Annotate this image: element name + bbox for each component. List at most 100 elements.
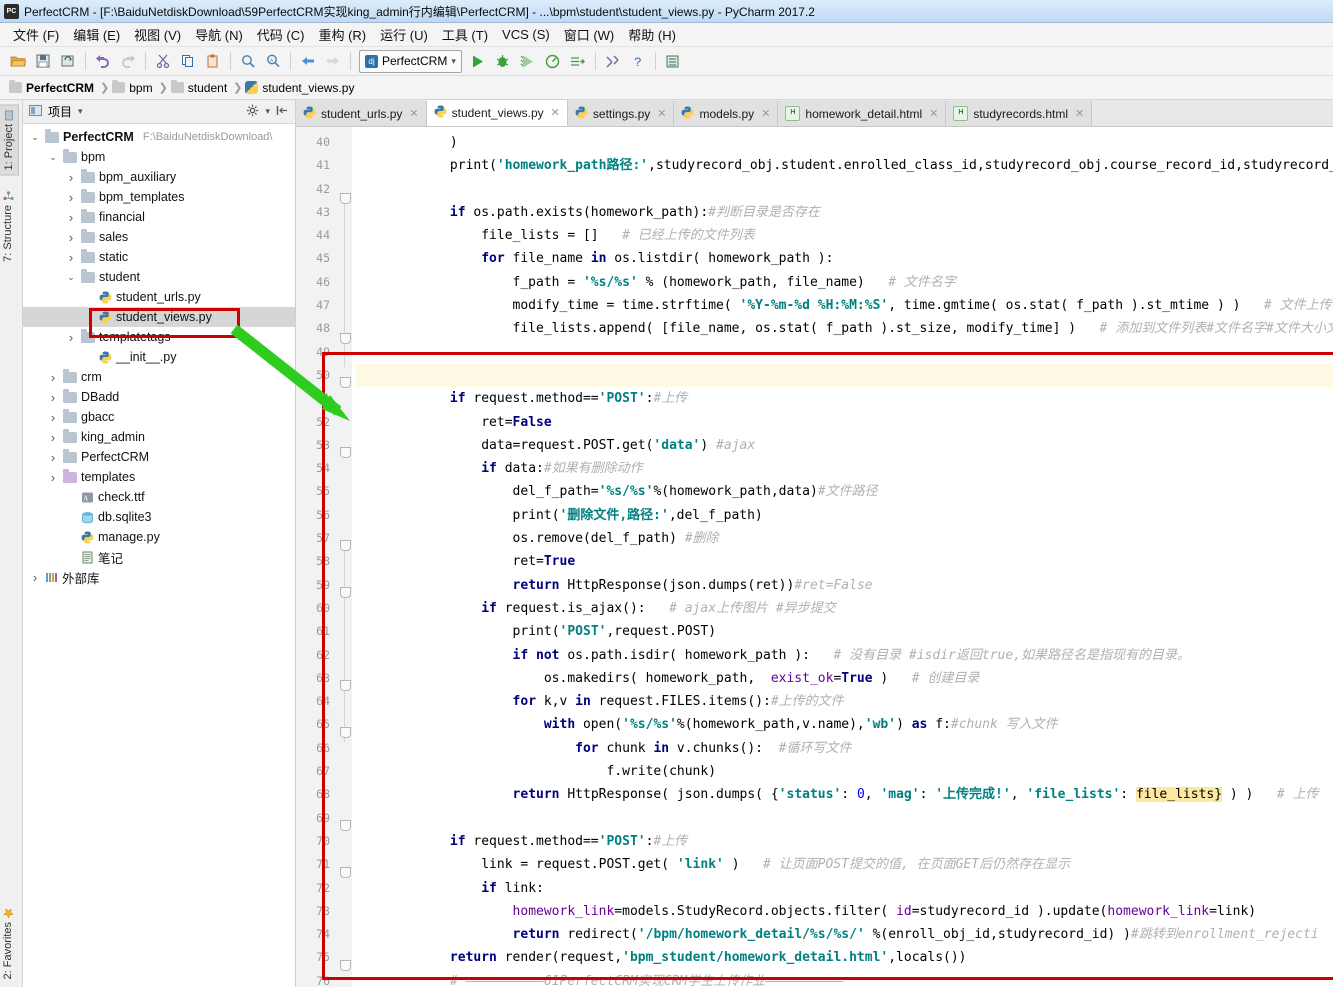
tree-node-bpm[interactable]: ⌄ bpm — [23, 147, 295, 167]
menu-run[interactable]: 运行 (U) — [373, 23, 435, 46]
code-line-61[interactable]: print('POST',request.POST) — [356, 620, 1333, 643]
profile-icon[interactable] — [541, 50, 565, 72]
source-code-text[interactable]: ) print('homework_path路径:',studyrecord_o… — [352, 127, 1333, 987]
menu-code[interactable]: 代码 (C) — [250, 23, 312, 46]
navigate-forward-icon[interactable] — [321, 50, 345, 72]
code-line-55[interactable]: del_f_path='%s/%s'%(homework_path,data)#… — [356, 480, 1333, 503]
code-line-58[interactable]: ret=True — [356, 550, 1333, 573]
code-line-45[interactable]: for file_name in os.listdir( homework_pa… — [356, 247, 1333, 270]
menu-window[interactable]: 窗口 (W) — [557, 23, 622, 46]
code-line-53[interactable]: data=request.POST.get('data') #ajax — [356, 434, 1333, 457]
tool-tab-favorites[interactable]: 2: Favorites — [0, 903, 17, 983]
tool-tab-structure[interactable]: 7: Structure — [0, 186, 17, 266]
code-line-64[interactable]: for k,v in request.FILES.items():#上传的文件 — [356, 690, 1333, 713]
save-all-icon[interactable] — [31, 50, 55, 72]
code-line-52[interactable]: ret=False — [356, 411, 1333, 434]
code-line-59[interactable]: return HttpResponse(json.dumps(ret))#ret… — [356, 574, 1333, 597]
close-icon[interactable]: ✕ — [1075, 107, 1084, 120]
tree-node-manage.py[interactable]: manage.py — [23, 527, 295, 547]
tree-node-bpm_templates[interactable]: › bpm_templates — [23, 187, 295, 207]
hide-panel-icon[interactable] — [276, 104, 289, 120]
chevron-right-icon[interactable]: › — [47, 450, 59, 465]
breadcrumb-item-1[interactable]: bpm — [109, 80, 158, 96]
close-icon[interactable]: ✕ — [657, 107, 666, 120]
editor-tab-student_views.py[interactable]: student_views.py ✕ — [426, 100, 568, 126]
chevron-right-icon[interactable]: › — [65, 210, 77, 225]
close-icon[interactable]: ✕ — [761, 107, 770, 120]
menu-help[interactable]: 帮助 (H) — [621, 23, 683, 46]
code-line-51[interactable]: if request.method=='POST':#上传 — [356, 387, 1333, 410]
code-line-56[interactable]: print('删除文件,路径:',del_f_path) — [356, 504, 1333, 527]
menu-view[interactable]: 视图 (V) — [127, 23, 188, 46]
project-file-tree[interactable]: ⌄ PerfectCRM F:\BaiduNetdiskDownload\ ⌄ bpm ›… — [23, 124, 295, 987]
editor-tab-homework_detail.html[interactable]: Hhomework_detail.html ✕ — [778, 101, 947, 126]
tree-node----[interactable]: › 外部库 — [23, 567, 295, 587]
code-line-48[interactable]: file_lists.append( [file_name, os.stat( … — [356, 317, 1333, 340]
code-line-62[interactable]: if not os.path.isdir( homework_path ): #… — [356, 644, 1333, 667]
run-with-coverage-icon[interactable] — [516, 50, 540, 72]
cut-icon[interactable] — [151, 50, 175, 72]
code-line-70[interactable]: if request.method=='POST':#上传 — [356, 830, 1333, 853]
code-line-40[interactable]: ) — [356, 131, 1333, 154]
chevron-right-icon[interactable]: › — [47, 410, 59, 425]
tree-node-king_admin[interactable]: › king_admin — [23, 427, 295, 447]
editor-tab-studyrecords.html[interactable]: Hstudyrecords.html ✕ — [946, 101, 1093, 126]
code-line-42[interactable] — [356, 178, 1333, 201]
chevron-right-icon[interactable]: › — [65, 190, 77, 205]
code-line-44[interactable]: file_lists = [] # 已经上传的文件列表 — [356, 224, 1333, 247]
code-line-57[interactable]: os.remove(del_f_path) #删除 — [356, 527, 1333, 550]
tree-node-student_views.py[interactable]: student_views.py — [23, 307, 295, 327]
tree-node-crm[interactable]: › crm — [23, 367, 295, 387]
chevron-right-icon[interactable]: › — [47, 470, 59, 485]
code-line-54[interactable]: if data:#如果有删除动作 — [356, 457, 1333, 480]
code-line-72[interactable]: if link: — [356, 877, 1333, 900]
search-replace-icon[interactable]: A — [261, 50, 285, 72]
run-configuration-selector[interactable]: dj PerfectCRM ▾ — [359, 49, 462, 73]
copy-icon[interactable] — [176, 50, 200, 72]
tree-node-dbadd[interactable]: › DBadd — [23, 387, 295, 407]
settings-icon[interactable] — [601, 50, 625, 72]
code-line-46[interactable]: f_path = '%s/%s' % (homework_path, file_… — [356, 271, 1333, 294]
tree-node-financial[interactable]: › financial — [23, 207, 295, 227]
code-line-66[interactable]: for chunk in v.chunks(): #循环写文件 — [356, 737, 1333, 760]
editor-tab-student_urls.py[interactable]: student_urls.py ✕ — [296, 101, 427, 126]
chevron-down-icon[interactable]: ⌄ — [47, 152, 59, 163]
tree-node-check.ttf[interactable]: Acheck.ttf — [23, 487, 295, 507]
help-icon[interactable]: ? — [626, 50, 650, 72]
code-line-50[interactable] — [356, 363, 1333, 388]
chevron-right-icon[interactable]: › — [65, 250, 77, 265]
chevron-right-icon[interactable]: › — [29, 570, 41, 585]
code-line-65[interactable]: with open('%s/%s'%(homework_path,v.name)… — [356, 713, 1333, 736]
menu-file[interactable]: 文件 (F) — [6, 23, 66, 46]
undo-icon[interactable] — [91, 50, 115, 72]
menu-tools[interactable]: 工具 (T) — [435, 23, 495, 46]
code-editor[interactable]: 40 41 42 43 44 45 46 47 48 49 50 51 52 53 54 55 56 57 58 59… — [296, 127, 1333, 987]
chevron-down-icon[interactable]: ⌄ — [65, 272, 77, 283]
menu-navigate[interactable]: 导航 (N) — [188, 23, 250, 46]
tree-node-db.sqlite3[interactable]: db.sqlite3 — [23, 507, 295, 527]
chevron-down-icon[interactable]: ▾ — [265, 106, 270, 117]
run-icon[interactable] — [466, 50, 490, 72]
code-line-63[interactable]: os.makedirs( homework_path, exist_ok=Tru… — [356, 667, 1333, 690]
breadcrumb-item-2[interactable]: student — [168, 80, 233, 96]
code-line-76[interactable]: # ——————————61PerfectCRM实现CRM学生上传作业—————… — [356, 970, 1333, 987]
breadcrumb-item-0[interactable]: PerfectCRM — [6, 80, 100, 96]
code-line-69[interactable] — [356, 807, 1333, 830]
menu-vcs[interactable]: VCS (S) — [495, 25, 557, 44]
chevron-right-icon[interactable]: › — [47, 370, 59, 385]
code-line-68[interactable]: return HttpResponse( json.dumps( {'statu… — [356, 783, 1333, 806]
attach-process-icon[interactable] — [566, 50, 590, 72]
open-folder-icon[interactable] — [6, 50, 30, 72]
code-line-43[interactable]: if os.path.exists(homework_path):#判断目录是否… — [356, 201, 1333, 224]
editor-tab-settings.py[interactable]: settings.py ✕ — [567, 101, 675, 126]
code-line-67[interactable]: f.write(chunk) — [356, 760, 1333, 783]
code-line-75[interactable]: return render(request,'bpm_student/homew… — [356, 946, 1333, 969]
code-line-71[interactable]: link = request.POST.get( 'link' ) # 让页面P… — [356, 853, 1333, 876]
navigate-back-icon[interactable] — [296, 50, 320, 72]
gear-icon[interactable] — [246, 104, 259, 120]
menu-refactor[interactable]: 重构 (R) — [311, 23, 373, 46]
code-line-41[interactable]: print('homework_path路径:',studyrecord_obj… — [356, 154, 1333, 177]
chevron-down-icon[interactable]: ⌄ — [29, 132, 41, 143]
search-icon[interactable] — [236, 50, 260, 72]
code-line-49[interactable] — [356, 341, 1333, 364]
